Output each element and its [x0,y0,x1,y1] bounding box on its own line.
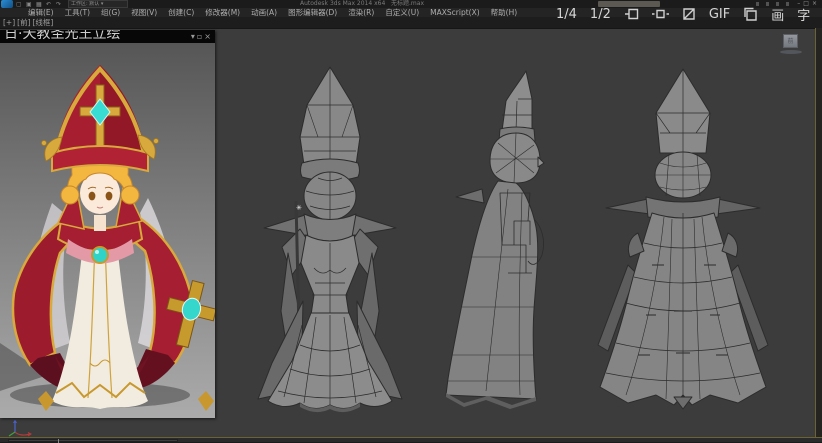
menu-tools[interactable]: 工具(T) [65,8,90,17]
open-file-icon[interactable]: ▣ [26,1,32,8]
viewcube[interactable]: 前 [779,34,803,56]
viewport-menu-shading[interactable]: [线框] [33,18,54,27]
reference-image-window[interactable]: 日·天教圣光王立绘 ▾▫× [0,30,215,418]
scale-quarter-button[interactable]: 1/4 [556,7,577,22]
menu-help[interactable]: 帮助(H) [491,8,518,17]
workspace-dropdown[interactable]: 工作区: 默认 ▾ [68,0,128,8]
viewport-menu-pov[interactable]: [前] [17,18,30,27]
capture-toolbar: 1/4 1/2 GIF 画 字 [556,2,818,26]
redo-icon[interactable]: ↷ [56,1,61,8]
copy-layers-icon[interactable] [743,7,758,21]
scale-half-button[interactable]: 1/2 [590,7,611,22]
world-axis-tripod [6,420,34,437]
undo-icon[interactable]: ↶ [46,1,51,8]
3dsmax-logo-icon[interactable] [1,0,13,8]
file-name: 无标题.max [391,0,424,7]
cursor-sparkle: ✳ [296,205,303,212]
crop-icon[interactable] [682,7,696,21]
wireframe-model-side[interactable] [438,69,588,409]
character-concept-art [0,43,215,418]
viewport-right-border [815,28,822,437]
draw-button[interactable]: 画 [771,5,784,24]
time-slider-tick [58,439,59,443]
save-file-icon[interactable]: ▦ [36,1,42,8]
reference-window-controls: ▾▫× [191,31,213,42]
track-bar[interactable] [0,437,822,442]
new-scene-icon[interactable]: ▢ [16,1,22,8]
menu-rendering[interactable]: 渲染(R) [348,8,374,17]
menu-maxscript[interactable]: MAXScript(X) [430,8,479,17]
reference-window-title: 日·天教圣光王立绘 [4,30,120,43]
viewcube-front-face[interactable]: 前 [783,34,798,48]
gif-button[interactable]: GIF [709,7,730,22]
wireframe-model-back[interactable] [586,65,776,425]
menu-views[interactable]: 视图(V) [131,8,157,17]
menu-group[interactable]: 组(G) [101,8,120,17]
menu-edit[interactable]: 编辑(E) [28,8,54,17]
menu-customize[interactable]: 自定义(U) [385,8,419,17]
resize-icon[interactable] [652,7,669,21]
wireframe-model-front[interactable] [240,63,430,415]
menu-graph-editors[interactable]: 图形编辑器(D) [288,8,337,17]
viewcube-ring [780,50,802,54]
text-button[interactable]: 字 [797,5,810,24]
pin-icon[interactable] [624,7,639,21]
menu-create[interactable]: 创建(C) [168,8,194,17]
window-title: Autodesk 3ds Max 2014 x64 无标题.max [300,0,560,8]
app-title: Autodesk 3ds Max 2014 x64 [300,0,385,7]
viewport-menu-general[interactable]: [+] [3,18,15,27]
menu-animation[interactable]: 动画(A) [251,8,277,17]
menu-modifiers[interactable]: 修改器(M) [205,8,240,17]
reference-window-titlebar[interactable]: 日·天教圣光王立绘 ▾▫× [0,30,215,43]
close-icon[interactable]: × [204,32,213,41]
